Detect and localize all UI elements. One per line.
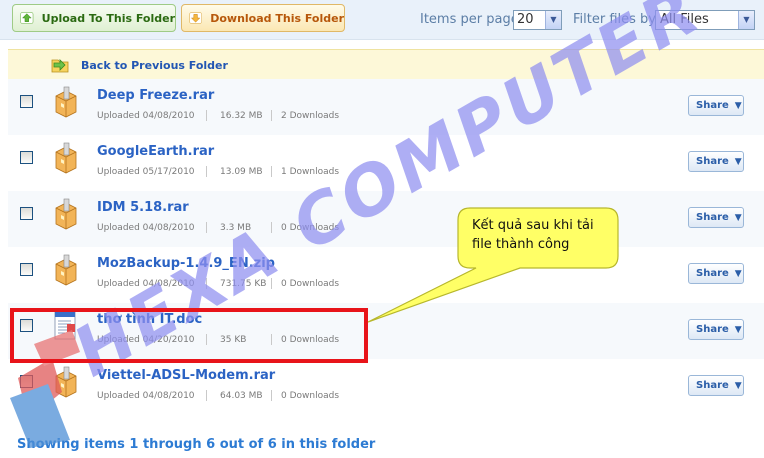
upload-arrow-icon	[20, 12, 34, 24]
meta-divider	[206, 222, 207, 233]
file-size: 3.3 MB	[220, 223, 252, 233]
file-upload-date: Uploaded 05/17/2010	[97, 167, 195, 177]
meta-divider	[206, 278, 207, 289]
file-checkbox[interactable]	[20, 95, 33, 108]
archive-icon	[53, 142, 79, 174]
file-download-count: 0 Downloads	[281, 279, 340, 289]
share-button[interactable]: Share ▼	[688, 319, 744, 340]
items-per-page-label: Items per page:	[420, 12, 524, 27]
chevron-down-icon[interactable]: ▼	[545, 11, 561, 29]
file-checkbox[interactable]	[20, 375, 33, 388]
file-download-count: 1 Downloads	[281, 167, 340, 177]
share-button[interactable]: Share ▼	[688, 151, 744, 172]
meta-divider	[271, 166, 272, 177]
share-label: Share	[696, 212, 729, 223]
archive-icon	[53, 86, 79, 118]
file-size: 16.32 MB	[220, 111, 263, 121]
toolbar: Upload To This Folder Download This Fold…	[0, 0, 764, 40]
upload-folder-button[interactable]: Upload To This Folder	[12, 4, 176, 32]
filter-files-label: Filter files by:	[573, 12, 660, 27]
meta-divider	[206, 390, 207, 401]
chevron-down-icon: ▼	[734, 212, 742, 223]
meta-divider	[271, 222, 272, 233]
share-label: Share	[696, 268, 729, 279]
file-row: Viettel-ADSL-Modem.rar Uploaded 04/08/201…	[8, 359, 764, 415]
share-label: Share	[696, 156, 729, 167]
file-size: 13.09 MB	[220, 167, 263, 177]
meta-divider	[271, 110, 272, 121]
upload-folder-label: Upload To This Folder	[41, 11, 175, 25]
chevron-down-icon: ▼	[734, 156, 742, 167]
file-checkbox[interactable]	[20, 207, 33, 220]
callout-line-1: Kết quả sau khi tải	[472, 218, 594, 233]
share-label: Share	[696, 100, 729, 111]
filter-files-value: All Files	[660, 12, 709, 27]
back-folder-icon[interactable]	[50, 56, 70, 74]
callout-text: Kết quả sau khi tải file thành công	[472, 216, 612, 254]
file-row: MozBackup-1.4.9_EN.zip Uploaded 04/08/201…	[8, 247, 764, 303]
chevron-down-icon: ▼	[734, 100, 742, 111]
file-upload-date: Uploaded 04/08/2010	[97, 391, 195, 401]
items-per-page-select[interactable]: 20 ▼	[513, 10, 562, 30]
back-row: Back to Previous Folder	[8, 49, 764, 80]
file-name-link[interactable]: IDM 5.18.rar	[97, 200, 189, 215]
share-label: Share	[696, 380, 729, 391]
share-button[interactable]: Share ▼	[688, 95, 744, 116]
share-button[interactable]: Share ▼	[688, 263, 744, 284]
chevron-down-icon[interactable]: ▼	[738, 11, 754, 29]
meta-divider	[271, 390, 272, 401]
highlight-box	[10, 308, 368, 363]
meta-divider	[271, 278, 272, 289]
file-size: 64.03 MB	[220, 391, 263, 401]
file-row: Deep Freeze.rar Uploaded 04/08/2010 16.32 …	[8, 79, 764, 135]
file-download-count: 0 Downloads	[281, 223, 340, 233]
file-row: IDM 5.18.rar Uploaded 04/08/2010 3.3 MB 0 D…	[8, 191, 764, 247]
share-button[interactable]: Share ▼	[688, 375, 744, 396]
file-download-count: 2 Downloads	[281, 111, 340, 121]
file-name-link[interactable]: MozBackup-1.4.9_EN.zip	[97, 256, 275, 271]
callout-line-2: file thành công	[472, 237, 570, 252]
archive-icon	[53, 254, 79, 286]
meta-divider	[206, 166, 207, 177]
chevron-down-icon: ▼	[734, 324, 742, 335]
file-upload-date: Uploaded 04/08/2010	[97, 223, 195, 233]
download-folder-label: Download This Folder	[210, 11, 344, 25]
download-arrow-icon	[189, 12, 202, 24]
download-folder-button[interactable]: Download This Folder	[181, 4, 345, 32]
items-summary: Showing items 1 through 6 out of 6 in th…	[17, 437, 376, 452]
file-checkbox[interactable]	[20, 263, 33, 276]
filter-files-select[interactable]: All Files ▼	[655, 10, 755, 30]
archive-icon	[53, 366, 79, 398]
share-button[interactable]: Share ▼	[688, 207, 744, 228]
file-upload-date: Uploaded 04/08/2010	[97, 279, 195, 289]
file-download-count: 0 Downloads	[281, 391, 340, 401]
file-name-link[interactable]: Viettel-ADSL-Modem.rar	[97, 368, 275, 383]
back-to-previous-folder-link[interactable]: Back to Previous Folder	[81, 59, 228, 72]
chevron-down-icon: ▼	[734, 268, 742, 279]
meta-divider	[206, 110, 207, 121]
file-row: GoogleEarth.rar Uploaded 05/17/2010 13.09 …	[8, 135, 764, 191]
file-checkbox[interactable]	[20, 151, 33, 164]
file-size: 731.75 KB	[220, 279, 267, 289]
chevron-down-icon: ▼	[734, 380, 742, 391]
share-label: Share	[696, 324, 729, 335]
file-name-link[interactable]: Deep Freeze.rar	[97, 88, 214, 103]
file-name-link[interactable]: GoogleEarth.rar	[97, 144, 214, 159]
items-per-page-value: 20	[517, 12, 534, 27]
file-upload-date: Uploaded 04/08/2010	[97, 111, 195, 121]
archive-icon	[53, 198, 79, 230]
